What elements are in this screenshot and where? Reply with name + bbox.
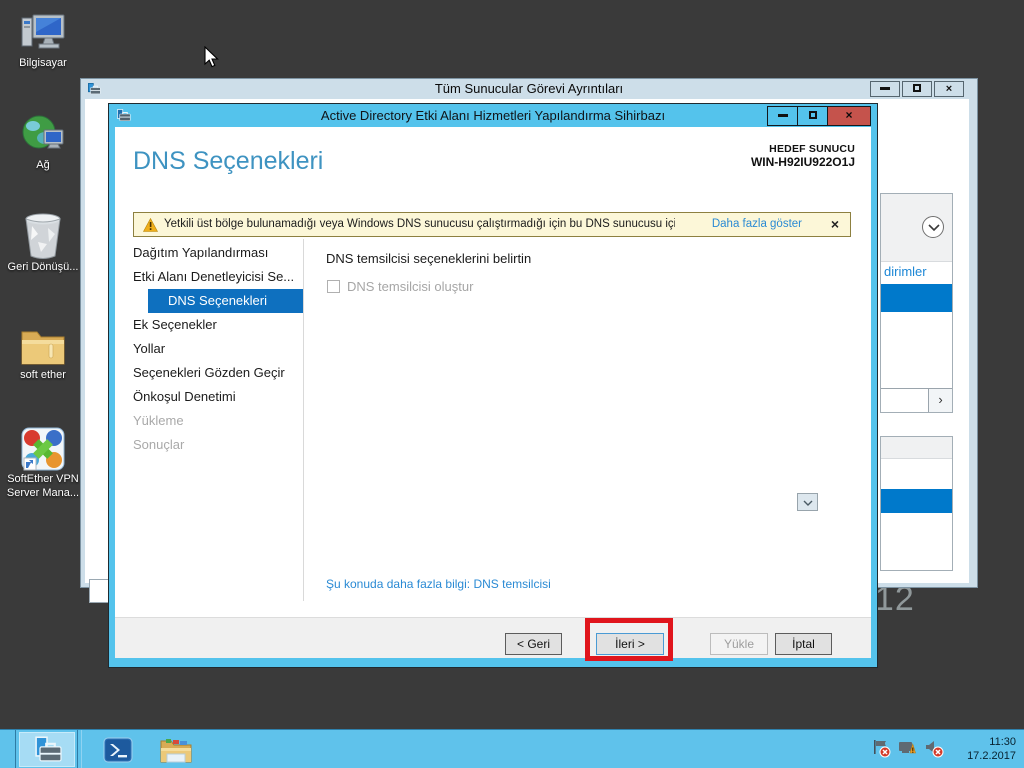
annotation-highlight-box: [585, 618, 673, 661]
desktop-icon-label: Ağ: [36, 159, 50, 171]
mouse-cursor: [204, 45, 219, 73]
minimize-icon: [880, 87, 890, 90]
notifications-link-partial[interactable]: dirimler: [884, 264, 927, 279]
maximize-icon: [913, 84, 921, 92]
softether-app-icon: [0, 424, 86, 472]
desktop-icon-computer[interactable]: Bilgisayar: [0, 8, 86, 70]
wizard-button-bar: < Geri İleri > Yükle İptal: [115, 617, 871, 658]
nav-item-yollar[interactable]: Yollar: [133, 337, 303, 361]
window-title: Tüm Sunucular Görevi Ayrıntıları: [434, 81, 624, 96]
desktop-icon-network[interactable]: Ağ: [0, 110, 86, 172]
taskbar-separator: [77, 730, 78, 768]
nav-content-divider: [303, 239, 304, 601]
clock-time: 11:30: [989, 736, 1016, 748]
dropdown-chevron-chip[interactable]: [797, 493, 818, 511]
wizard-titlebar[interactable]: Active Directory Etki Alanı Hizmetleri Y…: [109, 104, 877, 127]
wizard-nav: Dağıtım Yapılandırması Etki Alanı Denetl…: [133, 241, 303, 457]
desktop-icon-folder[interactable]: soft ether: [0, 320, 86, 382]
cancel-button[interactable]: İptal: [775, 633, 832, 655]
wizard-title: Active Directory Etki Alanı Hizmetleri Y…: [320, 108, 666, 123]
clock-date: 17.2.2017: [967, 750, 1016, 762]
tray-volume-icon[interactable]: [925, 739, 944, 763]
network-globe-icon: [0, 110, 86, 158]
details-panel: dirimler ›: [880, 193, 953, 413]
computer-icon: [0, 8, 86, 56]
start-corner[interactable]: [0, 730, 16, 768]
filter-input[interactable]: ›: [881, 388, 952, 412]
nav-item-yukleme: Yükleme: [133, 413, 184, 428]
selected-row-bar[interactable]: [881, 489, 952, 513]
maximize-button[interactable]: [797, 106, 828, 126]
desktop-icon-softether[interactable]: SoftEther VPN Server Mana...: [0, 424, 86, 500]
taskbar-powershell-button[interactable]: [90, 732, 146, 767]
target-server-block: HEDEF SUNUCU WIN-H92IU922O1J: [751, 143, 855, 169]
close-button[interactable]: ×: [934, 81, 964, 97]
dns-delegation-checkbox-label: DNS temsilcisi oluştur: [347, 279, 474, 294]
desktop: 012 Bilgisayar: [0, 0, 1024, 768]
desktop-icon-recycle-bin[interactable]: Geri Dönüşü...: [0, 212, 86, 274]
taskbar-clock[interactable]: 11:30 17.2.2017: [952, 735, 1016, 763]
wizard-body: DNS Seçenekleri HEDEF SUNUCU WIN-H92IU92…: [115, 127, 871, 661]
nav-item-onkosul-denetimi[interactable]: Önkoşul Denetimi: [133, 385, 303, 409]
nav-item-dns-secenekleri[interactable]: DNS Seçenekleri: [148, 289, 303, 313]
show-more-link[interactable]: Daha fazla göster: [712, 213, 802, 236]
server-manager-icon: [35, 735, 62, 762]
warning-icon: [142, 217, 159, 237]
dismiss-warning-button[interactable]: ×: [831, 213, 839, 236]
desktop-icon-label: SoftEther VPN Server Mana...: [6, 473, 80, 499]
taskbar-server-manager-button[interactable]: [19, 732, 75, 767]
minimize-button[interactable]: [870, 81, 900, 97]
maximize-icon: [808, 111, 817, 119]
folder-icon: [0, 320, 86, 368]
close-button[interactable]: ×: [827, 106, 871, 126]
nav-item-etki-alani-denetleyicisi[interactable]: Etki Alanı Denetleyicisi Se...: [133, 265, 303, 289]
chevron-down-icon: [803, 500, 812, 506]
taskbar-explorer-button[interactable]: [148, 732, 204, 767]
tray-network-icon[interactable]: [898, 739, 918, 763]
tray-flag-icon[interactable]: [872, 739, 891, 763]
target-server-name: WIN-H92IU922O1J: [750, 155, 855, 169]
back-button[interactable]: < Geri: [505, 633, 562, 655]
taskbar-separator: [81, 730, 82, 768]
minimize-button[interactable]: [767, 106, 798, 126]
minimize-icon: [777, 114, 788, 117]
nav-item-sonuclar: Sonuçlar: [133, 437, 185, 452]
file-explorer-icon: [160, 738, 192, 762]
details-panel-2: [880, 436, 953, 571]
desktop-icon-label: Bilgisayar: [19, 57, 67, 69]
page-title: DNS Seçenekleri: [133, 147, 324, 175]
taskbar: 11:30 17.2.2017: [0, 729, 1024, 768]
collapse-button[interactable]: [922, 216, 944, 238]
desktop-icon-label: Geri Dönüşü...: [7, 261, 79, 273]
target-server-label: HEDEF SUNUCU: [769, 143, 855, 155]
maximize-button[interactable]: [902, 81, 932, 97]
warning-banner: Yetkili üst bölge bulunamadığı veya Wind…: [133, 212, 851, 237]
more-info-link[interactable]: Şu konuda daha fazla bilgi: DNS temsilci…: [326, 577, 551, 591]
server-manager-icon: [116, 108, 131, 128]
nav-item-ek-secenekler[interactable]: Ek Seçenekler: [133, 313, 303, 337]
dns-delegation-checkbox-row: DNS temsilcisi oluştur: [327, 279, 473, 294]
install-button: Yükle: [710, 633, 768, 655]
dns-delegation-checkbox: [327, 280, 340, 293]
system-tray: [872, 739, 944, 763]
selected-row-bar[interactable]: [881, 284, 952, 312]
page-instruction: DNS temsilcisi seçeneklerini belirtin: [326, 251, 532, 266]
panel-header: [881, 194, 952, 262]
warning-text: Yetkili üst bölge bulunamadığı veya Wind…: [164, 218, 675, 230]
panel-header: [881, 437, 952, 459]
chevron-down-icon: [928, 224, 940, 232]
nav-item-dagitim-yapilandirmasi[interactable]: Dağıtım Yapılandırması: [133, 241, 303, 265]
nav-item-secenekleri-gozden-gecir[interactable]: Seçenekleri Gözden Geçir: [133, 361, 303, 385]
window-titlebar[interactable]: Tüm Sunucular Görevi Ayrıntıları ×: [81, 79, 977, 99]
powershell-icon: [103, 737, 133, 762]
go-button[interactable]: ›: [928, 389, 952, 412]
desktop-icon-label: soft ether: [20, 369, 66, 381]
recycle-bin-icon: [0, 212, 86, 260]
ad-ds-configuration-wizard: Active Directory Etki Alanı Hizmetleri Y…: [108, 103, 878, 668]
os-watermark: 012: [872, 584, 915, 618]
